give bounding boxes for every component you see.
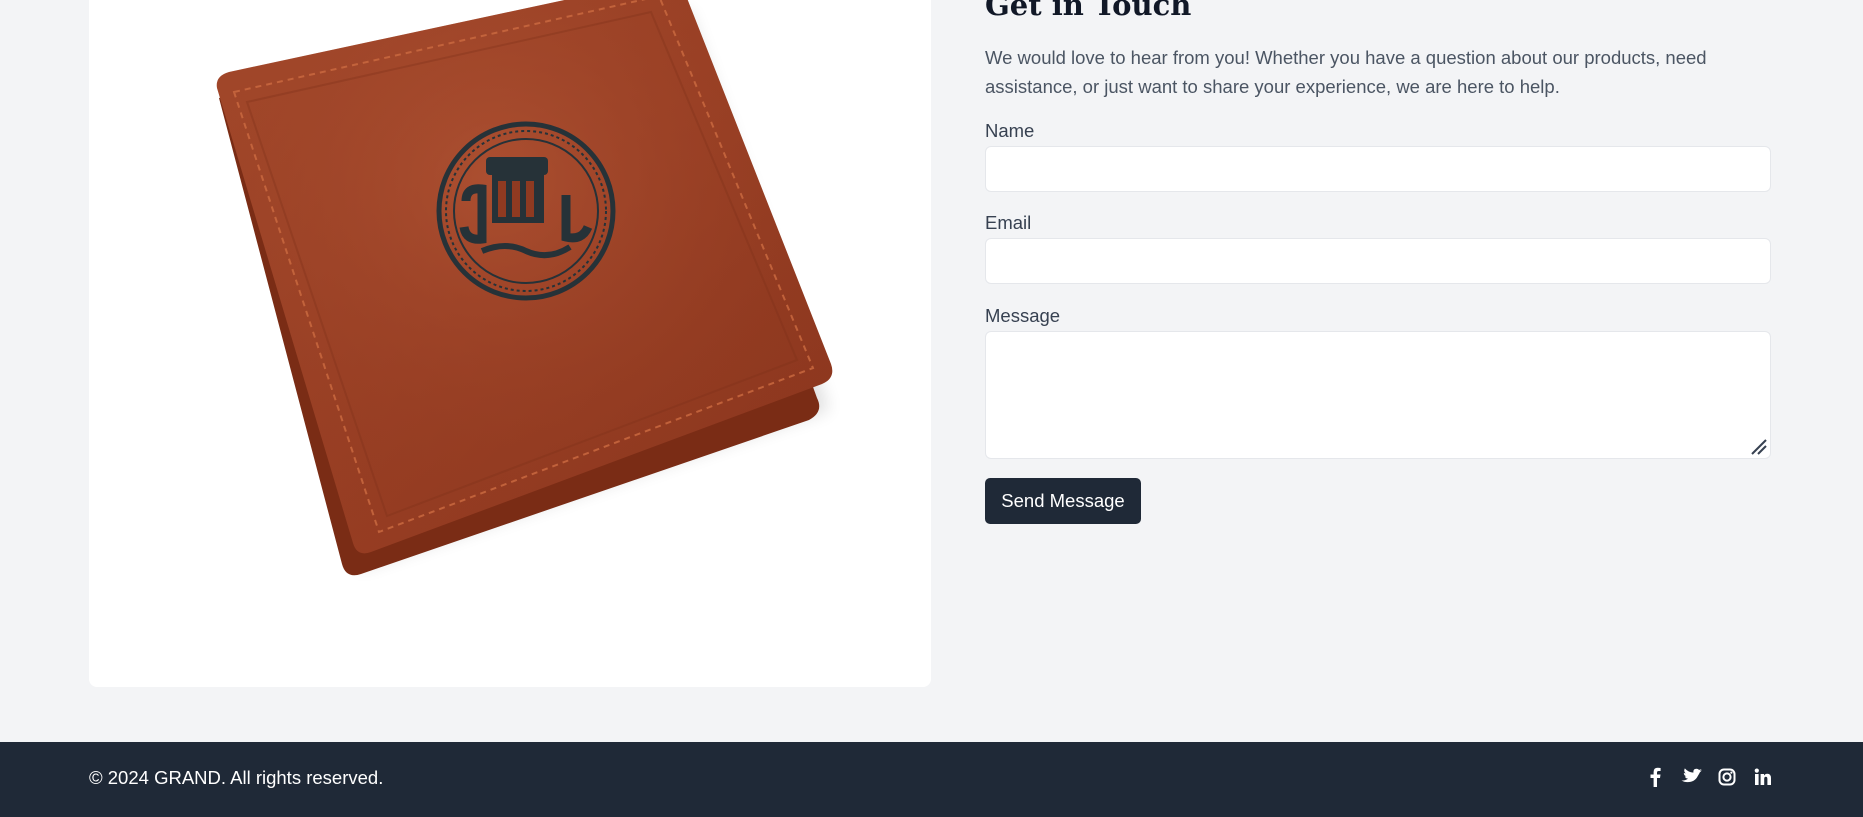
facebook-icon[interactable]: [1644, 766, 1666, 788]
footer: © 2024 GRAND. All rights reserved.: [0, 742, 1863, 817]
name-input[interactable]: [985, 146, 1771, 192]
social-links: [1644, 766, 1774, 788]
contact-title: Get in Touch: [985, 0, 1192, 22]
linkedin-icon[interactable]: [1752, 766, 1774, 788]
product-image-card: [89, 0, 931, 687]
leather-wallet-image: [216, 0, 833, 576]
footer-copyright: © 2024 GRAND. All rights reserved.: [89, 767, 384, 788]
message-textarea[interactable]: [985, 331, 1771, 459]
twitter-icon[interactable]: [1680, 766, 1702, 788]
email-label: Email: [985, 212, 1032, 233]
message-label: Message: [985, 305, 1061, 326]
contact-intro: We would love to hear from you! Whether …: [985, 47, 1707, 97]
instagram-icon[interactable]: [1716, 766, 1738, 788]
resize-grip-icon[interactable]: [1750, 438, 1768, 456]
main-content: Get in Touch We would love to hear from …: [0, 0, 1863, 742]
email-input[interactable]: [985, 238, 1771, 284]
name-label: Name: [985, 120, 1035, 141]
send-message-button[interactable]: Send Message: [985, 478, 1141, 524]
